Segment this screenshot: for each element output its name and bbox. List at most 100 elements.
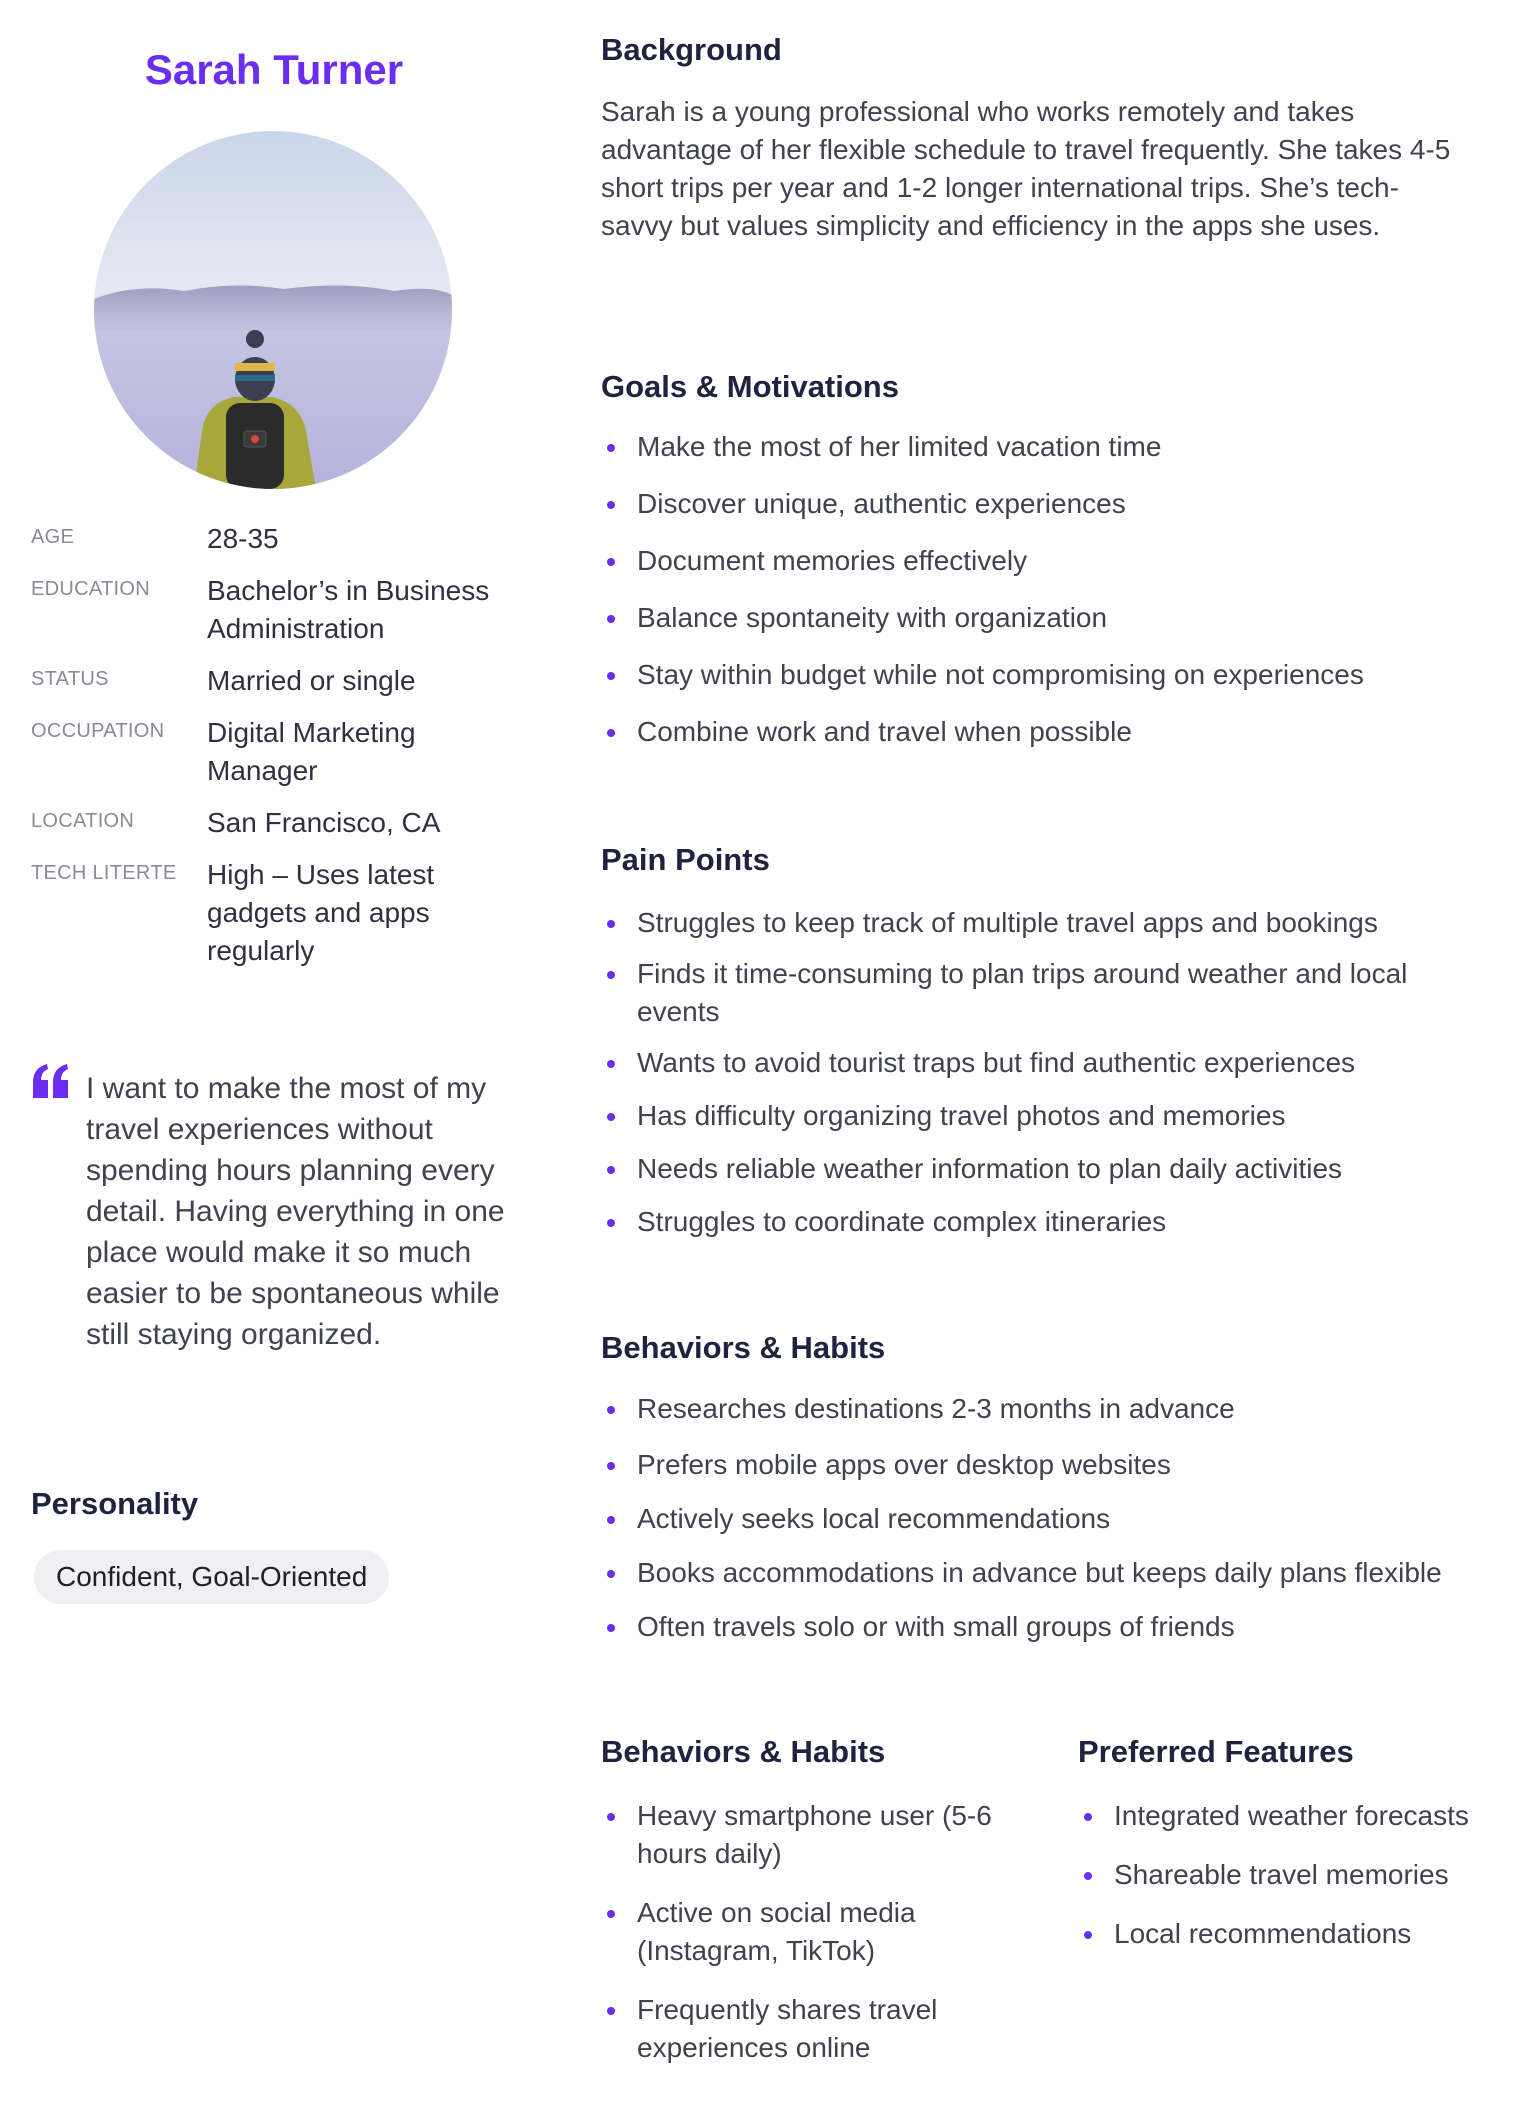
fact-label: LOCATION	[31, 810, 135, 832]
bullet-dot-icon	[607, 1910, 615, 1918]
list-item-text: Finds it time-consuming to plan trips ar…	[637, 958, 1408, 1027]
list-item-text: Prefers mobile apps over desktop website…	[637, 1449, 1171, 1480]
fact-value: Bachelor’s in Business Administration	[207, 575, 490, 644]
quote-text: I want to make the most of my travel exp…	[86, 1072, 505, 1351]
list-item: Combine work and travel when possible	[601, 713, 1481, 751]
bullet-dot-icon	[1084, 1813, 1092, 1821]
list-item-text: Active on social media (Instagram, TikTo…	[637, 1897, 916, 1966]
quote-icon	[33, 1064, 68, 1098]
list-item: Has difficulty organizing travel photos …	[601, 1097, 1481, 1135]
list-item: Often travels solo or with small groups …	[601, 1608, 1481, 1646]
list-item: Researches destinations 2-3 months in ad…	[601, 1390, 1481, 1428]
fact-status: STATUS Married or single	[31, 662, 531, 714]
list-item-text: Document memories effectively	[637, 545, 1028, 576]
persona-name: Sarah Turner	[144, 46, 404, 93]
bullet-dot-icon	[1084, 1931, 1092, 1939]
bullet-dot-icon	[607, 1462, 615, 1470]
list-item: Prefers mobile apps over desktop website…	[601, 1446, 1481, 1484]
list-item-text: Local recommendations	[1114, 1918, 1412, 1949]
list-item-text: Researches destinations 2-3 months in ad…	[637, 1393, 1235, 1424]
bullet-dot-icon	[607, 558, 615, 566]
list-item: Shareable travel memories	[1078, 1856, 1478, 1894]
bullet-dot-icon	[607, 501, 615, 509]
list-item-text: Wants to avoid tourist traps but find au…	[637, 1047, 1356, 1078]
fact-value: High – Uses latest gadgets and apps regu…	[207, 859, 435, 966]
bullet-dot-icon	[607, 2007, 615, 2015]
list-item-text: Often travels solo or with small groups …	[637, 1611, 1235, 1642]
list-item: Discover unique, authentic experiences	[601, 485, 1481, 523]
list-item: Finds it time-consuming to plan trips ar…	[601, 955, 1481, 1031]
avatar	[94, 131, 452, 489]
bullet-dot-icon	[607, 672, 615, 680]
list-item-text: Combine work and travel when possible	[637, 716, 1132, 747]
list-item: Struggles to keep track of multiple trav…	[601, 904, 1481, 942]
list-item-text: Has difficulty organizing travel photos …	[637, 1100, 1286, 1131]
list-item-text: Balance spontaneity with organization	[637, 602, 1108, 633]
list-item-text: Integrated weather forecasts	[1114, 1800, 1469, 1831]
bullet-dot-icon	[607, 1060, 615, 1068]
avatar-photo	[94, 131, 452, 489]
goals-list: Make the most of her limited vacation ti…	[601, 428, 1481, 751]
fact-value: 28-35	[207, 523, 279, 554]
pain-points-list: Struggles to keep track of multiple trav…	[601, 904, 1481, 1241]
list-item-text: Make the most of her limited vacation ti…	[637, 431, 1162, 462]
pain-points-title: Pain Points	[601, 842, 770, 877]
list-item: Books accommodations in advance but keep…	[601, 1554, 1481, 1592]
fact-label: STATUS	[31, 668, 109, 690]
list-item-text: Stay within budget while not compromisin…	[637, 659, 1364, 690]
bullet-dot-icon	[607, 1570, 615, 1578]
list-item: Frequently shares travel experiences onl…	[601, 1991, 1001, 2067]
list-item: Active on social media (Instagram, TikTo…	[601, 1894, 1001, 1970]
fact-location: LOCATION San Francisco, CA	[31, 804, 531, 856]
background-text: Sarah is a young professional who works …	[601, 96, 1451, 241]
fact-label: AGE	[31, 526, 75, 548]
list-item: Make the most of her limited vacation ti…	[601, 428, 1481, 466]
fact-value: Digital Marketing Manager	[207, 717, 416, 786]
list-item-text: Struggles to coordinate complex itinerar…	[637, 1206, 1167, 1237]
bullet-dot-icon	[1084, 1872, 1092, 1880]
bullet-dot-icon	[607, 1113, 615, 1121]
fact-label: TECH LITERTE	[31, 862, 177, 884]
fact-value: San Francisco, CA	[207, 807, 441, 838]
fact-tech-literacy: TECH LITERTE High – Uses latest gadgets …	[31, 856, 531, 984]
fact-value: Married or single	[207, 665, 416, 696]
fact-label: EDUCATION	[31, 578, 150, 600]
bullet-dot-icon	[607, 1166, 615, 1174]
bullet-dot-icon	[607, 1406, 615, 1414]
list-item: Wants to avoid tourist traps but find au…	[601, 1044, 1481, 1082]
list-item: Local recommendations	[1078, 1915, 1478, 1953]
bullet-dot-icon	[607, 920, 615, 928]
bullet-dot-icon	[607, 971, 615, 979]
list-item-text: Actively seeks local recommendations	[637, 1503, 1111, 1534]
tech-habits-title: Behaviors & Habits	[601, 1734, 886, 1769]
tech-habits-list: Heavy smartphone user (5-6 hours daily) …	[601, 1797, 1001, 2067]
bullet-dot-icon	[607, 1219, 615, 1227]
features-list: Integrated weather forecasts Shareable t…	[1078, 1797, 1478, 1953]
list-item-text: Needs reliable weather information to pl…	[637, 1153, 1343, 1184]
list-item: Needs reliable weather information to pl…	[601, 1150, 1481, 1188]
list-item-text: Frequently shares travel experiences onl…	[637, 1994, 938, 2063]
fact-occupation: OCCUPATION Digital Marketing Manager	[31, 714, 531, 804]
personality-title: Personality	[31, 1486, 199, 1521]
list-item-text: Struggles to keep track of multiple trav…	[637, 907, 1378, 938]
list-item: Actively seeks local recommendations	[601, 1500, 1481, 1538]
list-item: Heavy smartphone user (5-6 hours daily)	[601, 1797, 1001, 1873]
features-title: Preferred Features	[1078, 1734, 1354, 1769]
list-item: Integrated weather forecasts	[1078, 1797, 1478, 1835]
fact-age: AGE 28-35	[31, 520, 531, 572]
bullet-dot-icon	[607, 1516, 615, 1524]
bullet-dot-icon	[607, 1624, 615, 1632]
list-item-text: Books accommodations in advance but keep…	[637, 1557, 1442, 1588]
behaviors-list: Researches destinations 2-3 months in ad…	[601, 1390, 1481, 1646]
bullet-dot-icon	[607, 729, 615, 737]
list-item: Balance spontaneity with organization	[601, 599, 1481, 637]
facts-list: AGE 28-35 EDUCATION Bachelor’s in Busine…	[31, 520, 531, 984]
goals-title: Goals & Motivations	[601, 369, 899, 404]
persona-quote: I want to make the most of my travel exp…	[31, 1064, 531, 1355]
list-item-text: Heavy smartphone user (5-6 hours daily)	[637, 1800, 992, 1869]
behaviors-title: Behaviors & Habits	[601, 1330, 886, 1365]
list-item-text: Discover unique, authentic experiences	[637, 488, 1126, 519]
fact-label: OCCUPATION	[31, 720, 165, 742]
personality-chip: Confident, Goal-Oriented	[34, 1550, 390, 1604]
fact-education: EDUCATION Bachelor’s in Business Adminis…	[31, 572, 531, 662]
